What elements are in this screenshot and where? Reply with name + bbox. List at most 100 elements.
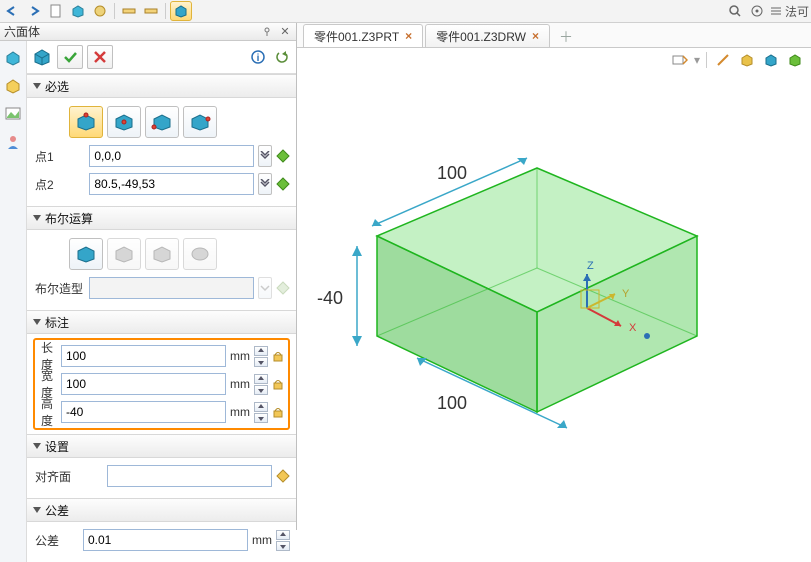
bool-mode-row [69,238,290,270]
section-boolean-header[interactable]: 布尔运算 [27,206,296,230]
height-unit: mm [230,405,250,419]
collapse-icon [33,83,41,89]
cancel-button[interactable] [87,45,113,69]
tol-spinner[interactable] [276,530,290,551]
separator [114,3,115,19]
undo-icon[interactable] [2,2,22,20]
section-required-header[interactable]: 必选 [27,74,296,98]
length-lock-icon[interactable] [272,348,284,364]
tol-label: 公差 [33,532,79,549]
close-panel-icon[interactable]: ✕ [278,25,292,39]
height-row: 高度 mm [39,400,284,424]
ruler2-icon[interactable] [141,2,161,20]
pt1-row: 点1 [33,144,290,168]
reset-icon[interactable] [272,48,292,66]
ruler-icon[interactable] [119,2,139,20]
top-right-label: 法可 [769,3,809,20]
section-boolean-body: 布尔造型 [27,230,296,310]
collapse-icon [33,319,41,325]
width-row: 宽度 mm [39,372,284,396]
align-row: 对齐面 [33,464,290,488]
length-unit: mm [230,349,250,363]
tab-drawing-label: 零件001.Z3DRW [436,28,526,45]
align-pick-icon[interactable] [276,468,290,484]
section-required-title: 必选 [45,78,69,95]
height-spinner[interactable] [254,402,268,423]
svg-text:i: i [257,53,260,64]
dimensions-highlight-box: 长度 mm 宽度 mm [33,338,290,430]
length-row: 长度 mm [39,344,284,368]
pin-icon[interactable] [260,25,274,39]
align-input[interactable] [107,465,272,487]
height-input[interactable] [61,401,226,423]
pt2-dropdown-button[interactable] [258,173,272,195]
section-tolerance-body: 公差 mm [27,522,296,562]
width-spinner[interactable] [254,374,268,395]
height-lock-icon[interactable] [272,404,284,420]
rail-open-box-icon[interactable] [2,75,24,97]
feature-cube-icon [31,46,53,68]
tab-drawing[interactable]: 零件001.Z3DRW × [425,24,550,47]
pt1-pick-icon[interactable] [276,148,290,164]
tab-part[interactable]: 零件001.Z3PRT × [303,24,423,47]
top-right-label-text: 法可 [785,3,809,20]
section-settings-body: 对齐面 [27,458,296,498]
collapse-icon [33,215,41,221]
rail-person-icon[interactable] [2,131,24,153]
dim-label-width: 100 [437,393,467,414]
width-lock-icon[interactable] [272,376,284,392]
bool-int-button[interactable] [183,238,217,270]
cube-cyan-icon[interactable] [68,2,88,20]
app-top-toolbar: 法可 [0,0,811,23]
bool-add-button[interactable] [107,238,141,270]
tab-part-close-icon[interactable]: × [405,29,412,43]
doc-icon[interactable] [46,2,66,20]
target-icon[interactable] [747,2,767,20]
shape-mode-row [69,106,290,138]
axis-z-label: Z [587,260,594,272]
search-icon[interactable] [725,2,745,20]
rail-image-icon[interactable] [2,103,24,125]
length-input[interactable] [61,345,226,367]
pt2-pick-icon[interactable] [276,176,290,192]
active-tool-highlight-icon[interactable] [170,1,192,21]
panel-title-text: 六面体 [4,23,40,40]
section-settings-title: 设置 [45,438,69,455]
width-input[interactable] [61,373,226,395]
left-rail [0,41,27,562]
bool-base-button[interactable] [69,238,103,270]
pt2-input[interactable] [89,173,254,195]
section-annot-header[interactable]: 标注 [27,310,296,334]
bool-shape-dropdown-button [258,277,272,299]
mode-block3-button[interactable] [145,106,179,138]
mode-block4-button[interactable] [183,106,217,138]
pt1-label: 点1 [33,148,85,165]
list-icon [769,4,783,18]
mode-block2-button[interactable] [107,106,141,138]
pt1-dropdown-button[interactable] [258,145,272,167]
tol-input[interactable] [83,529,248,551]
section-tolerance-header[interactable]: 公差 [27,498,296,522]
bool-sub-button[interactable] [145,238,179,270]
document-tabs: 零件001.Z3PRT × 零件001.Z3DRW × ＋ [297,23,811,48]
rail-assembly-icon[interactable] [2,47,24,69]
tab-add-button[interactable]: ＋ [556,27,576,47]
ok-button[interactable] [57,45,83,69]
pt1-input[interactable] [89,145,254,167]
dim-label-length: 100 [437,163,467,184]
viewport-3d[interactable]: 100 100 -40 Z Y X [297,48,811,530]
section-settings-header[interactable]: 设置 [27,434,296,458]
confirm-row: i [27,41,296,74]
info-icon[interactable]: i [248,48,268,66]
pt2-label: 点2 [33,176,85,193]
tab-drawing-close-icon[interactable]: × [532,29,539,43]
mode-block-button[interactable] [69,106,103,138]
height-label: 高度 [39,395,57,429]
tol-unit: mm [252,533,272,547]
bool-shape-row: 布尔造型 [33,276,290,300]
redo-icon[interactable] [24,2,44,20]
length-spinner[interactable] [254,346,268,367]
tol-row: 公差 mm [33,528,290,552]
left-panel: 六面体 ✕ i [0,23,297,530]
palette-icon[interactable] [90,2,110,20]
